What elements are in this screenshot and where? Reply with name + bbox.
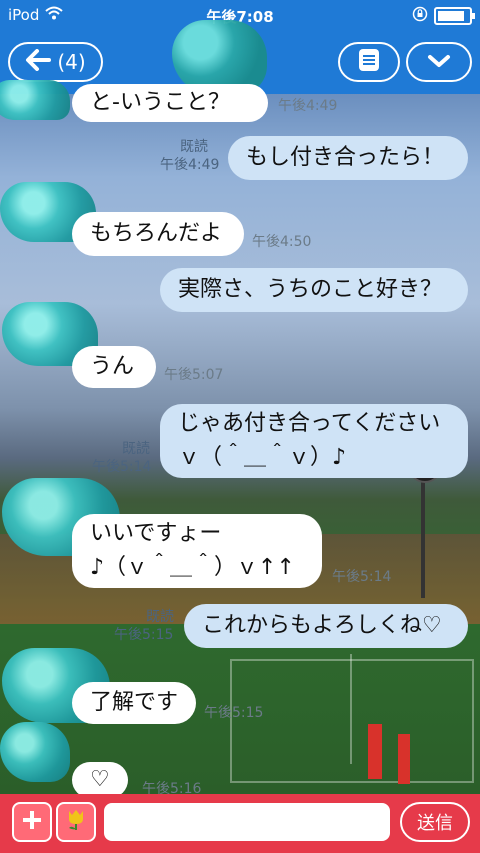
read-receipt: 既読 bbox=[122, 441, 150, 457]
chat-screen: iPod 午後7:08 (4) と-いうこと？ 午後4:49 既読 午後4:49… bbox=[0, 0, 480, 853]
message-bubble-out[interactable]: 実際さ、うちのこと好き？ bbox=[160, 268, 468, 312]
message-bubble-in[interactable]: ♡ bbox=[72, 762, 128, 798]
read-receipt: 既読 bbox=[180, 139, 208, 155]
message-bubble-out[interactable]: もし付き合ったら！ bbox=[228, 136, 468, 180]
tulip-icon bbox=[65, 807, 87, 837]
message-time: 午後5:07 bbox=[164, 367, 224, 383]
message-bubble-out[interactable]: これからもよろしくね♡ bbox=[184, 604, 468, 648]
back-button[interactable]: (4) bbox=[8, 42, 103, 82]
message-bubble-in[interactable]: 了解です bbox=[72, 682, 196, 724]
sticker-button[interactable] bbox=[56, 802, 96, 842]
dropdown-button[interactable] bbox=[406, 42, 472, 82]
arrow-left-icon bbox=[25, 48, 52, 76]
battery-icon bbox=[434, 7, 475, 25]
input-bar: 送信 bbox=[0, 794, 480, 853]
chevron-down-icon bbox=[427, 53, 451, 72]
banner bbox=[398, 734, 410, 784]
plus-icon bbox=[21, 809, 43, 835]
message-bubble-in[interactable]: いいですょー ♪（ｖ＾＿＾）ｖ↑↑ bbox=[72, 514, 322, 588]
message-bubble-out[interactable]: じゃあ付き合ってください ｖ（＾＿＾ｖ）♪ bbox=[160, 404, 468, 478]
orientation-lock-icon bbox=[412, 6, 428, 26]
light-pole bbox=[421, 478, 425, 598]
message-time: 午後5:15 bbox=[204, 705, 264, 721]
add-button[interactable] bbox=[12, 802, 52, 842]
message-time: 午後5:14 bbox=[332, 569, 392, 585]
message-time: 午後4:49 bbox=[160, 157, 220, 173]
message-bubble-in[interactable]: と-いうこと？ bbox=[72, 84, 268, 122]
message-bubble-in[interactable]: もちろんだよ bbox=[72, 212, 244, 256]
read-receipt: 既読 bbox=[146, 609, 174, 625]
menu-button[interactable] bbox=[338, 42, 400, 82]
message-time: 午後5:14 bbox=[92, 459, 152, 475]
field-line bbox=[230, 659, 474, 783]
message-time: 午後5:15 bbox=[114, 627, 174, 643]
avatar[interactable] bbox=[0, 80, 70, 120]
unread-count: (4) bbox=[57, 50, 86, 74]
banner bbox=[368, 724, 382, 779]
avatar[interactable] bbox=[0, 722, 70, 782]
field-line bbox=[350, 654, 352, 764]
message-input[interactable] bbox=[104, 803, 390, 841]
message-bubble-in[interactable]: うん bbox=[72, 346, 156, 388]
message-time: 午後4:49 bbox=[278, 98, 338, 114]
send-button[interactable]: 送信 bbox=[400, 802, 470, 842]
message-time: 午後4:50 bbox=[252, 234, 312, 250]
menu-icon bbox=[358, 48, 380, 76]
